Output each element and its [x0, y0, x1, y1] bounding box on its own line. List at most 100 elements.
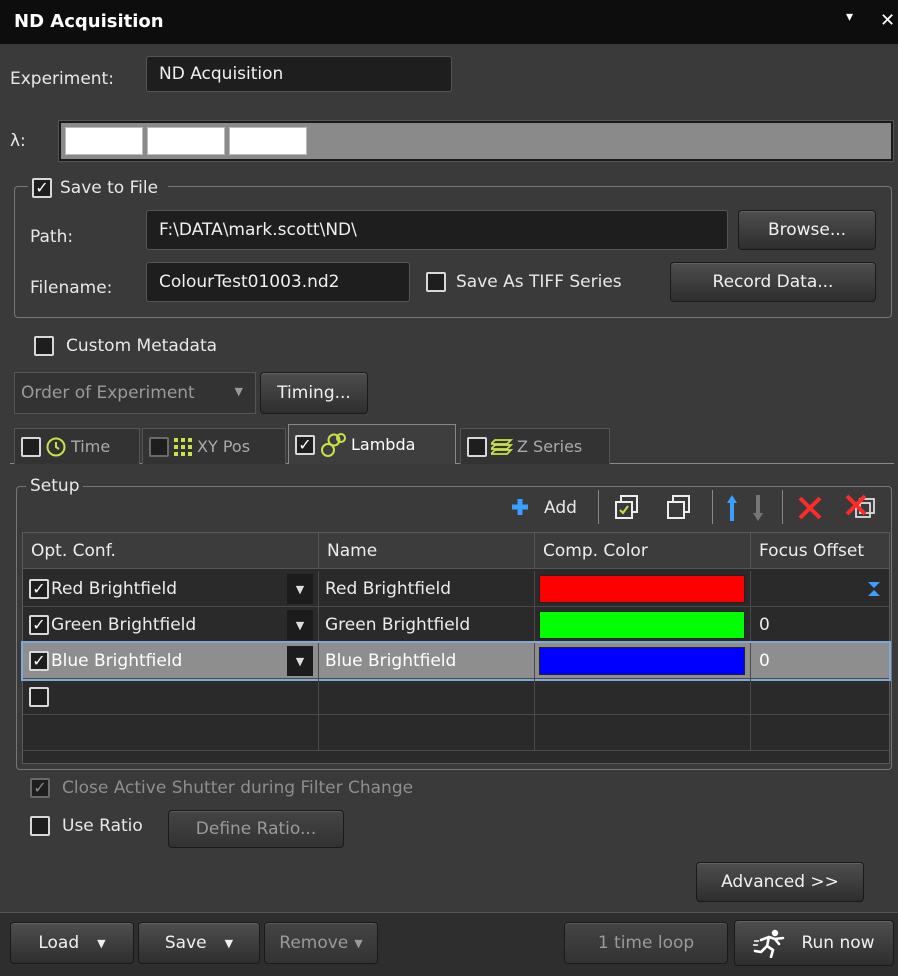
panel-menu-icon[interactable]: ▾	[846, 9, 853, 25]
tab-z-series-checkbox[interactable]	[467, 436, 487, 457]
focus-offset-cell[interactable]: 0	[751, 643, 889, 679]
define-ratio-button[interactable]: Define Ratio...	[168, 810, 344, 848]
row-checkbox[interactable]	[29, 687, 49, 707]
load-label: Load	[38, 933, 80, 953]
custom-metadata-option[interactable]: Custom Metadata	[34, 336, 217, 356]
chevron-down-icon[interactable]: ▼	[287, 646, 313, 676]
custom-metadata-checkbox[interactable]	[34, 336, 54, 356]
browse-button[interactable]: Browse...	[738, 210, 876, 250]
filename-field[interactable]: ColourTest01003.nd2	[146, 262, 410, 302]
record-data-button[interactable]: Record Data...	[670, 262, 876, 302]
save-to-file-label: Save to File	[60, 178, 159, 198]
move-up-icon[interactable]	[722, 492, 742, 524]
name-cell[interactable]: Blue Brightfield	[319, 643, 535, 679]
column-header-comp-color[interactable]: Comp. Color	[535, 533, 751, 569]
save-as-tiff-option[interactable]: Save As TIFF Series	[426, 272, 622, 292]
name-cell[interactable]: Green Brightfield	[319, 607, 535, 643]
column-header-focus-offset[interactable]: Focus Offset	[751, 533, 889, 569]
copy-icon[interactable]	[612, 492, 642, 522]
duplicate-icon[interactable]	[664, 492, 694, 522]
focus-offset-cell[interactable]: 0	[751, 607, 889, 643]
order-of-experiment-select[interactable]: Order of Experiment ▼	[14, 372, 256, 414]
add-icon[interactable]	[508, 495, 532, 519]
tab-xy-pos-label: XY Pos	[197, 437, 251, 456]
opt-conf-cell[interactable]	[23, 679, 319, 715]
color-cell[interactable]	[535, 679, 751, 715]
color-swatch[interactable]	[539, 575, 745, 603]
load-button[interactable]: Load ▼	[10, 922, 134, 964]
run-now-button[interactable]: Run now	[734, 920, 894, 966]
lambda-channel-blue[interactable]	[229, 127, 307, 155]
name-cell	[319, 715, 535, 751]
use-ratio-label: Use Ratio	[62, 816, 143, 836]
color-cell[interactable]	[535, 571, 751, 607]
tab-xy-pos[interactable]: XY Pos	[142, 428, 286, 464]
lambda-channel-green[interactable]	[147, 127, 225, 155]
save-to-file-header: ✓ Save to File	[28, 176, 169, 200]
color-cell[interactable]	[535, 607, 751, 643]
table-row[interactable]: ✓ Blue Brightfield ▼ Blue Brightfield 0	[21, 641, 891, 681]
tab-lambda-label: Lambda	[351, 435, 416, 454]
chevron-down-icon[interactable]: ▼	[287, 574, 313, 604]
focus-offset-cell[interactable]	[751, 571, 889, 607]
toolbar-separator	[712, 490, 713, 524]
column-header-name[interactable]: Name	[319, 533, 535, 569]
opt-conf-cell[interactable]: ✓ Blue Brightfield ▼	[23, 643, 319, 679]
color-swatch[interactable]	[539, 647, 745, 675]
row-checkbox[interactable]: ✓	[29, 579, 49, 599]
row-checkbox[interactable]: ✓	[29, 651, 49, 671]
lambda-circles-icon	[321, 432, 346, 457]
color-cell[interactable]	[535, 643, 751, 679]
advanced-button[interactable]: Advanced >>	[696, 862, 864, 902]
save-label: Save	[164, 933, 207, 953]
close-icon[interactable]: ✕	[880, 10, 895, 31]
title-bar: ND Acquisition ▾ ✕	[0, 0, 898, 44]
delete-all-icon[interactable]	[842, 492, 878, 524]
color-swatch[interactable]	[539, 611, 745, 639]
remove-button[interactable]: Remove ▼	[264, 922, 378, 964]
chevron-down-icon[interactable]: ▼	[287, 610, 313, 640]
tab-time[interactable]: Time	[14, 428, 140, 464]
tab-lambda[interactable]: ✓ Lambda	[288, 424, 456, 464]
table-row[interactable]: ✓ Red Brightfield ▼ Red Brightfield	[23, 571, 889, 607]
chevron-down-icon: ▼	[354, 936, 363, 950]
focus-offset-cell	[751, 715, 889, 751]
experiment-label: Experiment:	[10, 69, 114, 89]
delete-icon[interactable]	[794, 493, 826, 523]
tab-z-series[interactable]: Z Series	[460, 428, 610, 464]
opt-conf-value: Red Brightfield	[51, 579, 177, 599]
row-checkbox[interactable]: ✓	[29, 615, 49, 635]
opt-conf-cell[interactable]: ✓ Red Brightfield ▼	[23, 571, 319, 607]
lambda-channel-red[interactable]	[65, 127, 143, 155]
order-of-experiment-value: Order of Experiment	[21, 383, 195, 403]
use-ratio-option[interactable]: Use Ratio	[30, 816, 143, 836]
close-shutter-checkbox[interactable]: ✓	[30, 778, 50, 798]
save-button[interactable]: Save ▼	[138, 922, 260, 964]
save-to-file-checkbox[interactable]: ✓	[32, 178, 52, 198]
focus-offset-cell[interactable]	[751, 679, 889, 715]
close-shutter-option[interactable]: ✓ Close Active Shutter during Filter Cha…	[30, 778, 413, 798]
name-cell[interactable]	[319, 679, 535, 715]
tab-lambda-checkbox[interactable]: ✓	[295, 434, 315, 455]
table-row[interactable]: ✓ Green Brightfield ▼ Green Brightfield …	[23, 607, 889, 643]
spin-arrows-icon[interactable]	[867, 581, 881, 597]
move-down-icon[interactable]	[748, 492, 768, 524]
tab-time-checkbox[interactable]	[21, 436, 41, 457]
tab-xy-pos-checkbox[interactable]	[149, 436, 169, 457]
use-ratio-checkbox[interactable]	[30, 816, 50, 836]
experiment-field[interactable]: ND Acquisition	[146, 56, 452, 92]
toolbar-separator	[782, 490, 783, 524]
timing-button[interactable]: Timing...	[260, 372, 368, 414]
path-field[interactable]: F:\DATA\mark.scott\ND\	[146, 210, 728, 250]
time-loop-button[interactable]: 1 time loop	[564, 922, 728, 964]
opt-conf-value: Blue Brightfield	[51, 651, 183, 671]
column-header-opt-conf[interactable]: Opt. Conf.	[23, 533, 319, 569]
opt-conf-value: Green Brightfield	[51, 615, 197, 635]
chevron-down-icon: ▼	[224, 936, 234, 950]
name-cell[interactable]: Red Brightfield	[319, 571, 535, 607]
lambda-strip[interactable]	[58, 120, 894, 162]
add-label[interactable]: Add	[544, 498, 577, 518]
opt-conf-cell[interactable]: ✓ Green Brightfield ▼	[23, 607, 319, 643]
table-row[interactable]	[23, 679, 889, 715]
save-as-tiff-checkbox[interactable]	[426, 272, 446, 292]
